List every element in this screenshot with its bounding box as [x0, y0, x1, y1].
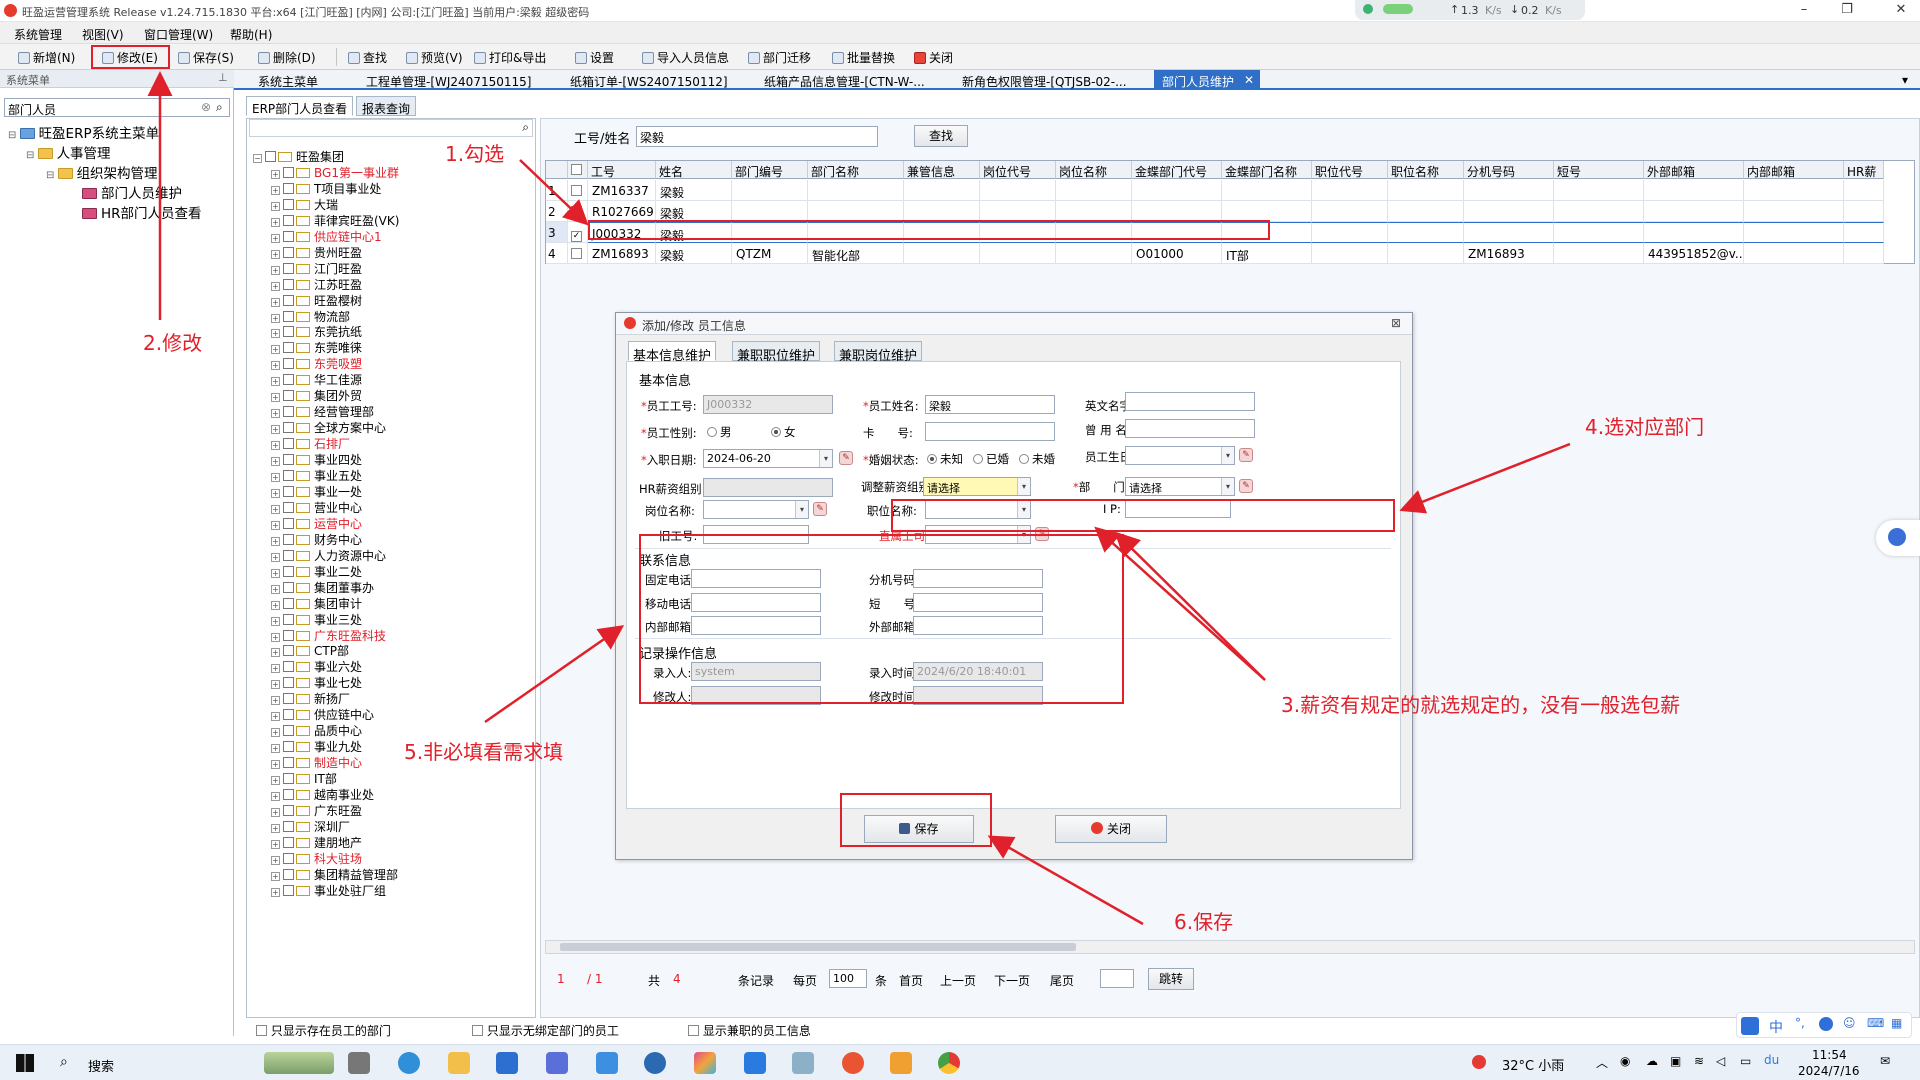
tray-record-icon[interactable]: ◉ — [1620, 1054, 1630, 1068]
horizontal-scrollbar[interactable] — [545, 940, 1915, 954]
assistant-icon — [1888, 528, 1906, 546]
only-unbound-check[interactable]: 只显示无绑定部门的员工 — [472, 1022, 619, 1039]
jump-button[interactable]: 跳转 — [1148, 968, 1194, 990]
clock-time[interactable]: 11:54 — [1812, 1048, 1847, 1062]
task-view-icon[interactable] — [348, 1052, 370, 1074]
arrow-4 — [1399, 442, 1571, 514]
chevron-up-icon[interactable]: ︿ — [1596, 1054, 1608, 1071]
ime-toolbar: 中 °, ☺ ⌨ ▦ — [1736, 1012, 1912, 1038]
weather-icon — [1472, 1055, 1486, 1069]
app-icon[interactable] — [792, 1052, 814, 1074]
show-part-time-check[interactable]: 显示兼职的员工信息 — [688, 1022, 811, 1039]
search-app-icon[interactable] — [644, 1052, 666, 1074]
arrow-5 — [484, 625, 625, 724]
grid-icon[interactable]: ▦ — [1891, 1016, 1902, 1030]
records-label: 条记录 — [738, 974, 775, 988]
total-count: 4 — [673, 972, 681, 986]
current-page: 1 — [557, 972, 565, 986]
notification-icon[interactable]: ✉ — [1880, 1054, 1890, 1068]
tray-app-icon[interactable]: ▣ — [1670, 1054, 1681, 1068]
per-page-input[interactable]: 100 — [829, 969, 867, 988]
annotation-arrows — [147, 71, 1571, 926]
jump-page-input[interactable] — [1100, 969, 1134, 988]
mail-icon[interactable] — [496, 1052, 518, 1074]
volume-icon[interactable]: ◁ — [1716, 1054, 1725, 1068]
du-app-icon[interactable] — [744, 1052, 766, 1074]
scrollbar-thumb[interactable] — [560, 943, 1076, 951]
punct-icon[interactable]: °, — [1795, 1016, 1805, 1030]
filter-checks: 只显示存在员工的部门 只显示无绑定部门的员工 显示兼职的员工信息 — [246, 1020, 1246, 1040]
wifi-icon[interactable]: ≋ — [1694, 1054, 1704, 1068]
app-icon[interactable] — [890, 1052, 912, 1074]
ime-logo-icon — [1741, 1017, 1759, 1035]
arrow-6 — [987, 835, 1144, 926]
erp-app-icon[interactable] — [842, 1052, 864, 1074]
unit-label: 条 — [875, 974, 888, 988]
battery-icon[interactable]: ▭ — [1740, 1054, 1751, 1068]
taskbar: ⌕ 搜索 32°C 小雨 ︿ ◉ ☁ ▣ ≋ ◁ ▭ du 11:54 2024… — [0, 1044, 1920, 1080]
du-tray-icon[interactable]: du — [1764, 1053, 1779, 1067]
app-icon[interactable] — [546, 1052, 568, 1074]
arrow-1 — [519, 159, 589, 226]
taskbar-search-label: 搜索 — [88, 1060, 115, 1075]
widgets-icon[interactable] — [264, 1052, 334, 1074]
assistant-float-button[interactable] — [1876, 520, 1920, 556]
last-page-link[interactable]: 尾页 — [1050, 972, 1074, 989]
windows-start-icon[interactable] — [16, 1054, 34, 1072]
page-count: / 1 — [587, 972, 603, 986]
file-explorer-icon[interactable] — [448, 1052, 470, 1074]
search-icon: ⌕ — [60, 1054, 68, 1070]
taskbar-search[interactable]: ⌕ 搜索 — [50, 1049, 260, 1077]
user-icon[interactable] — [1819, 1017, 1833, 1031]
cloud-icon[interactable]: ☁ — [1646, 1054, 1658, 1068]
clock-date[interactable]: 2024/7/16 — [1798, 1064, 1860, 1078]
prev-page-link[interactable]: 上一页 — [940, 972, 976, 989]
app-icon[interactable] — [694, 1052, 716, 1074]
only-with-employees-check[interactable]: 只显示存在员工的部门 — [256, 1022, 391, 1039]
first-page-link[interactable]: 首页 — [899, 972, 923, 989]
app-icon[interactable] — [596, 1052, 618, 1074]
keyboard-icon[interactable]: ⌨ — [1867, 1016, 1884, 1030]
pager: 1 / 1 共 4 条记录 每页 100 条 首页 上一页 下一页 尾页 跳转 — [545, 968, 1915, 992]
weather-text[interactable]: 32°C 小雨 — [1502, 1055, 1564, 1074]
ime-mode[interactable]: 中 — [1769, 1017, 1783, 1037]
chrome-icon[interactable] — [938, 1052, 960, 1074]
arrow-3a — [1114, 531, 1266, 681]
edge-icon[interactable] — [398, 1052, 420, 1074]
next-page-link[interactable]: 下一页 — [994, 972, 1030, 989]
arrow-3b — [1094, 526, 1266, 681]
emoji-icon[interactable]: ☺ — [1843, 1016, 1856, 1030]
total-label: 共 — [648, 974, 661, 988]
per-page-label: 每页 — [793, 974, 818, 988]
